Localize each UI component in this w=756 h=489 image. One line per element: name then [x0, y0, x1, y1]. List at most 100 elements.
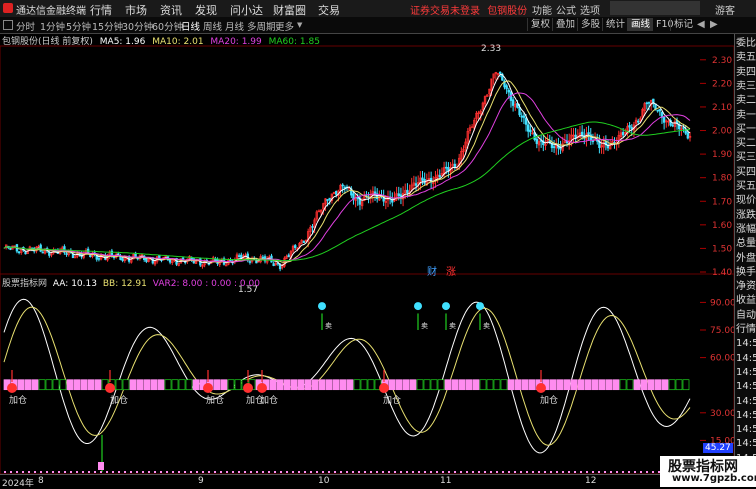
band-cell: [143, 379, 151, 391]
quote-side-panel: 委比 卖五 卖四 卖三 卖二 卖一 买一 买二 买三 买四 买五 现价 涨跌 涨幅 总量 外盘 换手 净资 收益 自动…: [734, 34, 756, 487]
candle-body: [507, 89, 510, 93]
side-panel-label: 卖四: [736, 66, 756, 78]
band-cell: [269, 379, 277, 391]
candle-body: [397, 193, 400, 197]
band-cell: [164, 379, 172, 391]
baseline-dot: [508, 471, 510, 473]
band-cell: [479, 379, 487, 391]
baseline-dot: [112, 471, 114, 473]
baseline-dot: [424, 471, 426, 473]
band-cell: [59, 379, 67, 391]
baseline-dot: [22, 471, 24, 473]
band-cell: [157, 379, 165, 391]
band-cell: [367, 379, 375, 391]
band-cell: [325, 379, 333, 391]
baseline-dot: [484, 471, 486, 473]
baseline-dot: [358, 471, 360, 473]
candle-body: [294, 245, 297, 248]
baseline-dot: [472, 471, 474, 473]
band-cell: [31, 379, 39, 391]
sell-signal-icon: [476, 302, 484, 311]
baseline-dot: [370, 471, 372, 473]
band-cell: [87, 379, 95, 391]
band-cell: [185, 379, 193, 391]
candle-body: [48, 252, 51, 256]
baseline-dot: [634, 471, 636, 473]
candle-body: [552, 146, 556, 148]
baseline-dot: [154, 471, 156, 473]
buy-signal-icon: [243, 383, 253, 393]
band-cell: [528, 379, 536, 391]
ma20-line: [3, 92, 691, 263]
baseline-dot: [70, 471, 72, 473]
baseline-dot: [346, 471, 348, 473]
price-axis: 2.30 2.20 2.10 2.00 1.90 1.80 1.70 1.60 1.50 1.40: [700, 56, 732, 278]
candle-body: [647, 102, 651, 104]
price-panel-frame: [0, 45, 735, 275]
price-tick-label: 1.50: [712, 244, 732, 254]
baseline-dot: [364, 471, 366, 473]
watermark-url: www.7gpzb.com: [672, 473, 756, 484]
date-label: 2024年: [2, 479, 34, 489]
baseline-dot: [490, 471, 492, 473]
band-cell: [472, 379, 480, 391]
candle-body: [406, 189, 409, 194]
candle-body: [24, 251, 27, 255]
date-label: 8: [38, 476, 44, 486]
baseline-dot: [406, 471, 408, 473]
baseline-dot: [160, 471, 162, 473]
candle-body: [39, 244, 42, 252]
side-panel-label: 14:5: [736, 366, 756, 378]
baseline-dot: [64, 471, 66, 473]
baseline-dot: [442, 471, 444, 473]
baseline-dot: [82, 471, 84, 473]
baseline-dot: [418, 471, 420, 473]
candle-body: [328, 197, 331, 200]
ma-lines: [3, 73, 691, 266]
price-tick-label: 2.30: [712, 56, 732, 66]
candle-body: [65, 253, 68, 255]
band-cell: [388, 379, 396, 391]
baseline-dot: [148, 471, 150, 473]
band-cell: [17, 379, 25, 391]
band-cell: [577, 379, 585, 391]
band-cell: [297, 379, 305, 391]
baseline-dot: [352, 471, 354, 473]
baseline-dot: [580, 471, 582, 473]
band-cell: [213, 379, 221, 391]
candle-body: [522, 115, 526, 118]
band-cell: [94, 379, 102, 391]
baseline-dot: [502, 471, 504, 473]
side-panel-label: 净资: [736, 281, 756, 293]
baseline-dot: [448, 471, 450, 473]
band-cell: [234, 379, 242, 391]
baseline-dot: [592, 471, 594, 473]
candle-body: [535, 138, 539, 144]
band-cell: [493, 379, 501, 391]
indicator-current-value: 45.27: [703, 443, 733, 453]
band-cell: [437, 379, 445, 391]
band-cell: [486, 379, 494, 391]
band-cell: [619, 379, 627, 391]
jiacang-label: 加仓: [110, 396, 129, 406]
baseline-dot: [328, 471, 330, 473]
baseline-dot: [202, 471, 204, 473]
candle-body: [621, 131, 625, 136]
band-cell: [346, 379, 354, 391]
baseline-dot: [196, 471, 198, 473]
ma10-line: [3, 80, 691, 263]
side-panel-label: 委比: [736, 38, 756, 49]
date-label: 9: [198, 476, 204, 486]
candle-body: [261, 256, 265, 259]
buy-signal-icon: [536, 383, 546, 393]
candle-body: [505, 85, 508, 90]
kline-chart[interactable]: 2.30 2.20 2.10 2.00 1.90 1.80 1.70 1.60 1.50 1.40…: [0, 0, 756, 487]
price-tick-label: 1.90: [712, 150, 732, 160]
indicator-tick-label: 60.00: [710, 354, 736, 364]
baseline-dot: [28, 471, 30, 473]
candle-body: [671, 124, 674, 127]
baseline-dot: [94, 471, 96, 473]
jiacang-label: 加仓: [9, 396, 28, 406]
zhang-marker[interactable]: 涨: [446, 263, 456, 278]
cai-marker[interactable]: 财: [427, 263, 437, 278]
